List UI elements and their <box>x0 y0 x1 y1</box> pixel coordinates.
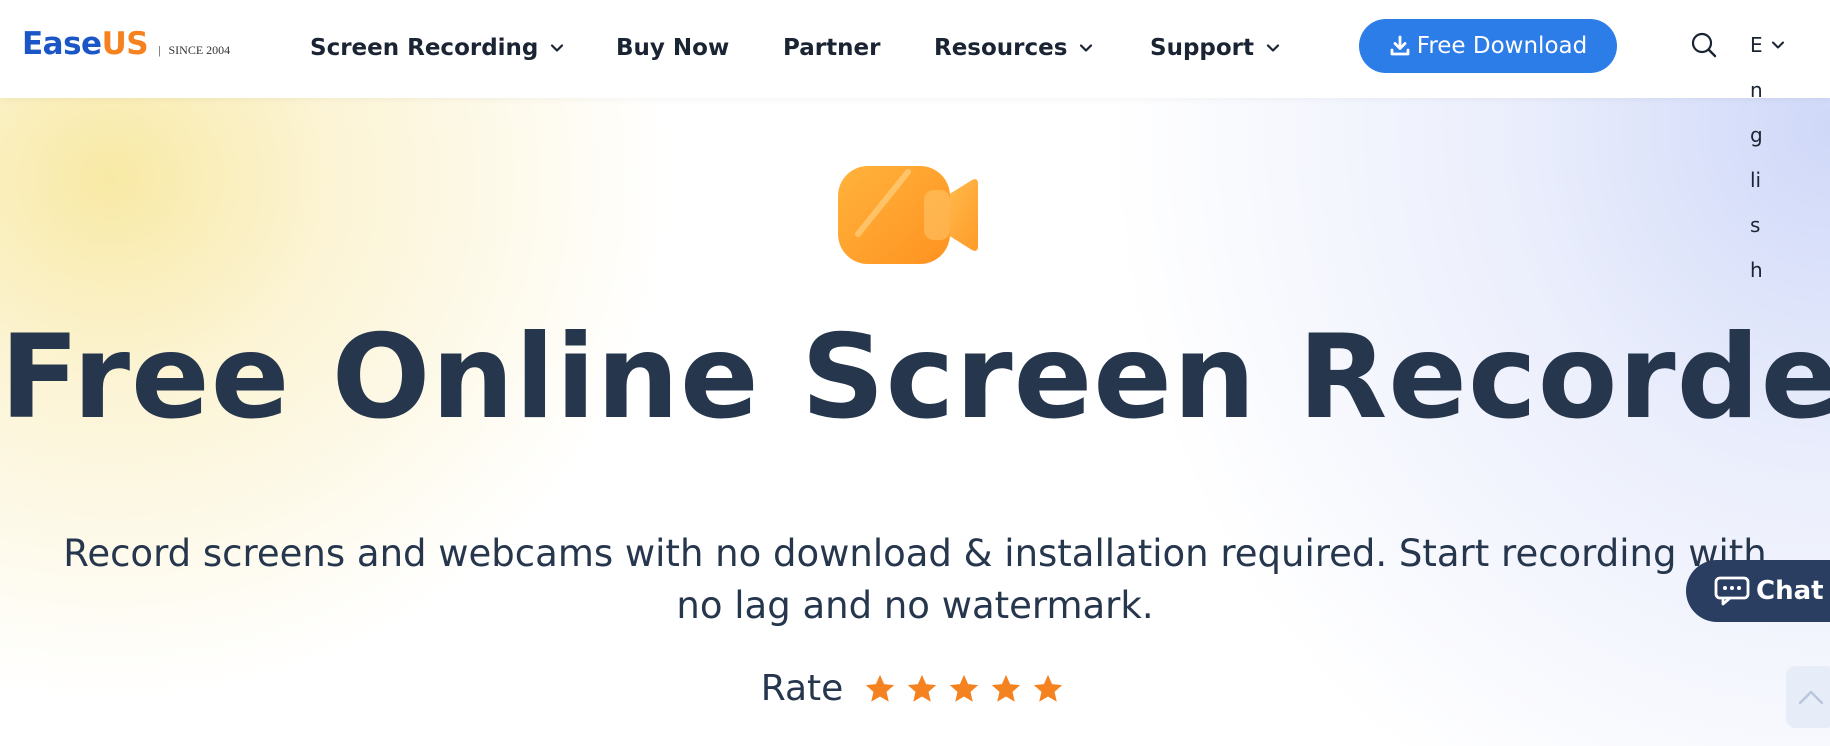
language-letter: n <box>1750 78 1763 102</box>
nav-label: Support <box>1150 35 1255 61</box>
nav-label: Screen Recording <box>310 35 539 61</box>
hero-title: Free Online Screen Recorder <box>0 310 1830 445</box>
site-header: Ease US | SINCE 2004 Screen Recording Bu… <box>0 0 1830 98</box>
chat-bubble-icon <box>1714 576 1750 606</box>
logo-ease-text: Ease <box>22 26 102 62</box>
language-wrapped-text: n g li s h <box>1750 78 1790 303</box>
nav-screen-recording[interactable]: Screen Recording <box>310 32 566 64</box>
chevron-down-icon <box>1080 44 1093 52</box>
nav-buy-now[interactable]: Buy Now <box>616 32 729 64</box>
language-letter: h <box>1750 258 1763 282</box>
chevron-down-icon <box>1266 44 1280 52</box>
nav-resources[interactable]: Resources <box>934 32 1095 64</box>
video-camera-icon <box>838 166 978 264</box>
chevron-down-icon <box>1771 41 1784 49</box>
back-to-top-button[interactable] <box>1786 666 1830 728</box>
star-icon[interactable] <box>989 672 1023 706</box>
rate-label: Rate <box>760 668 844 709</box>
logo-tagline: SINCE 2004 <box>168 43 231 57</box>
free-download-label: Free Download <box>1416 33 1588 59</box>
language-selector[interactable]: E <box>1750 30 1790 60</box>
star-icon[interactable] <box>863 672 897 706</box>
nav-partner[interactable]: Partner <box>783 32 880 64</box>
chevron-down-icon <box>551 44 564 52</box>
easeus-logo[interactable]: Ease US | SINCE 2004 <box>22 26 230 62</box>
nav-label: Buy Now <box>616 35 730 61</box>
star-icon[interactable] <box>905 672 939 706</box>
chevron-up-icon <box>1798 690 1824 705</box>
free-download-button[interactable]: Free Download <box>1359 19 1617 73</box>
star-icon[interactable] <box>947 672 981 706</box>
logo-separator: | <box>158 43 161 57</box>
chat-label: Chat <box>1756 576 1824 606</box>
chat-button[interactable]: Chat <box>1686 560 1830 622</box>
nav-label: Partner <box>783 35 881 61</box>
language-letter: li <box>1750 168 1762 192</box>
language-letter: s <box>1750 213 1761 237</box>
logo-us-text: US <box>101 26 149 62</box>
rating-row: Rate <box>0 668 1830 709</box>
star-icon[interactable] <box>1031 672 1065 706</box>
language-letter: g <box>1750 123 1763 147</box>
nav-support[interactable]: Support <box>1150 32 1282 64</box>
hero-subtitle-line: no lag and no watermark. <box>676 584 1154 627</box>
search-icon[interactable] <box>1690 31 1718 59</box>
hero-subtitle-line: Record screens and webcams with no downl… <box>63 532 1767 575</box>
hero-subtitle: Record screens and webcams with no downl… <box>20 528 1810 632</box>
nav-label: Resources <box>934 35 1068 61</box>
download-icon <box>1390 35 1410 56</box>
language-letter: E <box>1750 33 1763 57</box>
